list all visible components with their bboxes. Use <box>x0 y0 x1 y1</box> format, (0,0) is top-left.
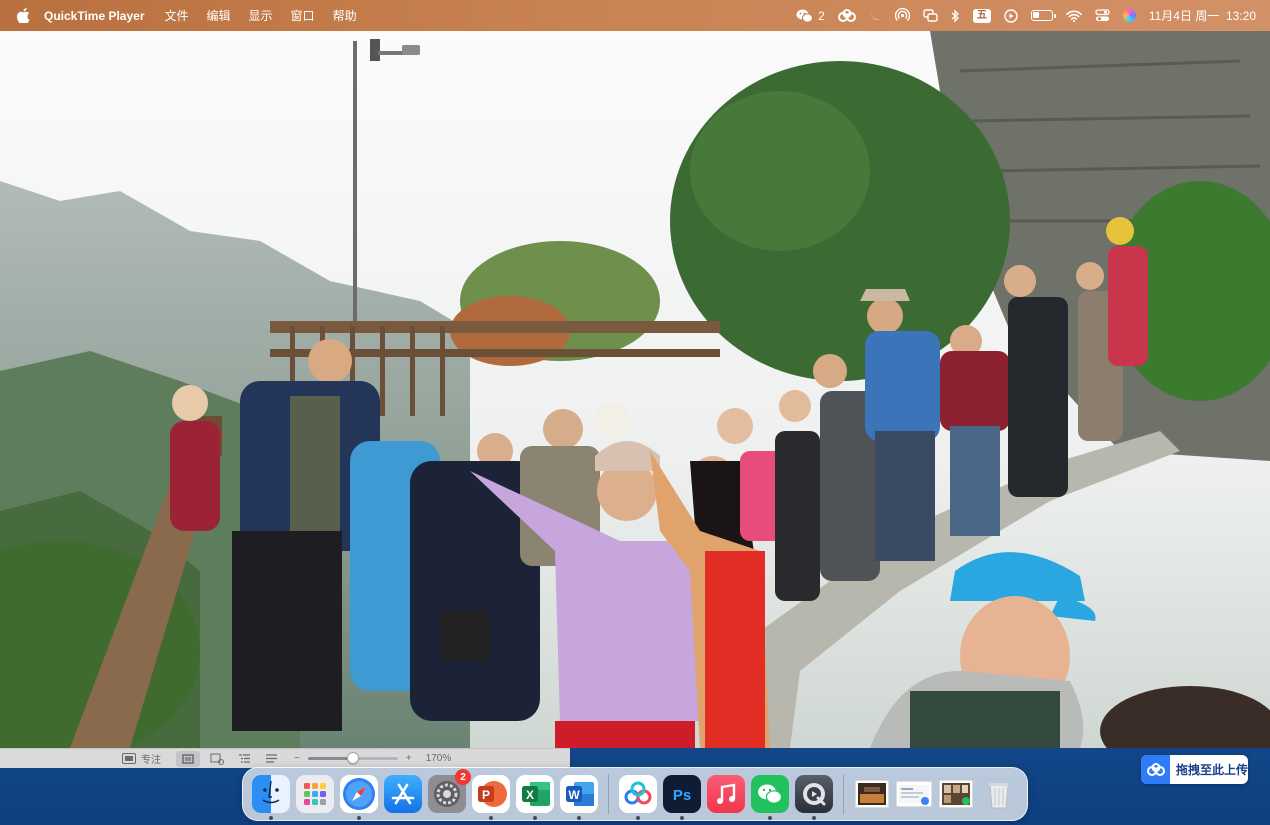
dock-powerpoint[interactable]: P <box>472 775 510 820</box>
wifi-icon[interactable] <box>1066 8 1082 24</box>
dock-separator <box>842 774 844 814</box>
dock-separator <box>608 774 609 814</box>
running-indicator <box>489 816 493 820</box>
dock-recent-photo-1[interactable] <box>854 775 890 813</box>
wechat-count: 2 <box>818 8 825 23</box>
dock-recent-photo-2[interactable] <box>938 775 974 813</box>
battery-level <box>1032 12 1039 18</box>
dock-quicktime[interactable] <box>794 775 833 820</box>
launchpad-icon <box>304 783 326 805</box>
dock-trash[interactable] <box>980 775 1018 813</box>
svg-text:W: W <box>568 788 580 802</box>
music-icon <box>716 783 736 804</box>
dock-baidu-netdisk[interactable] <box>618 775 657 820</box>
player-toolbar: 专注 − + 170% <box>0 748 570 768</box>
view-detail-button[interactable] <box>210 753 224 765</box>
list-view-icon <box>182 753 194 764</box>
focus-toggle[interactable]: 专注 <box>122 751 161 766</box>
menu-app-name[interactable]: QuickTime Player <box>44 9 145 23</box>
wechat-icon <box>796 9 814 23</box>
dock-recent-document[interactable] <box>895 775 932 813</box>
running-indicator <box>533 816 537 820</box>
menu-window[interactable]: 窗口 <box>291 7 315 24</box>
dock-photoshop[interactable]: Ps <box>662 775 701 820</box>
control-center-icon[interactable] <box>1095 8 1110 24</box>
bluetooth-icon[interactable] <box>951 8 960 24</box>
dock-wechat[interactable] <box>750 775 789 820</box>
menu-view[interactable]: 显示 <box>249 7 273 24</box>
recent-photo-1-icon <box>857 783 886 805</box>
app-store-icon <box>391 783 415 805</box>
siri-icon[interactable] <box>1122 8 1136 24</box>
recent-document-icon <box>898 785 929 805</box>
menu-file[interactable]: 文件 <box>165 7 189 24</box>
outline-view-button[interactable] <box>238 753 251 764</box>
running-indicator <box>679 816 684 820</box>
dock-app-store[interactable] <box>384 775 422 813</box>
baidu-netdisk-icon <box>1141 755 1170 784</box>
focus-frame-icon <box>122 753 136 764</box>
running-indicator <box>767 816 772 820</box>
running-indicator <box>577 816 581 820</box>
dock-word[interactable]: W <box>560 775 598 820</box>
svg-text:P: P <box>482 788 490 802</box>
wechat-status[interactable]: 2 <box>796 8 825 24</box>
mirroring-icon[interactable] <box>923 8 938 24</box>
notification-badge: 2 <box>455 769 471 785</box>
paragraph-icon <box>266 754 277 763</box>
dock-excel[interactable]: X <box>516 775 554 820</box>
trash-icon <box>989 783 1009 809</box>
running-indicator <box>635 816 640 820</box>
zoom-in-button[interactable]: + <box>406 753 412 764</box>
wechat-icon <box>757 784 783 804</box>
status-area: 2 五 11月4日 周一 13:20 <box>796 0 1256 31</box>
running-indicator <box>811 816 816 820</box>
video-frame <box>0 31 1270 748</box>
recent-photo-2-icon <box>941 783 970 805</box>
baidu-netdisk-icon <box>624 781 652 805</box>
menu-help[interactable]: 帮助 <box>333 7 357 24</box>
running-indicator <box>269 816 273 820</box>
svg-text:X: X <box>526 788 534 802</box>
upload-label: 拖拽至此上传 <box>1176 763 1249 777</box>
menu-bar: QuickTime Player 文件 编辑 显示 窗口 帮助 2 五 11月4… <box>0 0 1270 31</box>
menubar-clock[interactable]: 11月4日 周一 13:20 <box>1149 7 1256 24</box>
dock-launchpad[interactable] <box>296 775 334 813</box>
zoom-level: 170% <box>425 753 452 764</box>
dock-system-settings[interactable]: 2 <box>428 769 471 813</box>
baidu-netdisk-status-icon[interactable] <box>837 8 856 24</box>
menu-edit[interactable]: 编辑 <box>207 7 231 24</box>
view-single-button[interactable] <box>176 750 200 767</box>
running-indicator <box>357 816 361 820</box>
apple-menu-icon[interactable] <box>14 8 32 23</box>
quicktime-player-window[interactable] <box>0 31 1270 748</box>
zoom-slider[interactable] <box>307 752 398 764</box>
outline-icon <box>239 754 250 763</box>
dock-music[interactable] <box>706 775 745 813</box>
dock-safari[interactable] <box>340 775 378 820</box>
word-icon: W <box>566 782 594 806</box>
text-view-button[interactable] <box>265 753 278 764</box>
input-method-icon[interactable]: 五 <box>972 8 991 24</box>
excel-icon: X <box>522 782 550 806</box>
focus-moon-icon[interactable] <box>869 8 882 24</box>
media-play-icon[interactable] <box>1004 8 1018 24</box>
svg-text:Ps: Ps <box>673 787 691 804</box>
dock-finder[interactable] <box>252 775 290 820</box>
quicktime-icon <box>802 783 826 806</box>
photoshop-icon: Ps <box>673 787 691 804</box>
dock: 2 P X W Ps <box>242 767 1028 821</box>
zoom-slider-knob[interactable] <box>346 752 359 764</box>
battery-icon[interactable] <box>1030 8 1056 24</box>
powerpoint-icon: P <box>478 781 507 807</box>
airdrop-icon[interactable] <box>894 8 910 24</box>
finder-icon <box>262 780 280 804</box>
safari-icon <box>343 778 375 810</box>
focus-label: 专注 <box>141 755 161 766</box>
upload-drop-target[interactable]: 拖拽至此上传 <box>1141 755 1248 784</box>
detail-view-icon <box>210 753 224 765</box>
zoom-out-button[interactable]: − <box>294 753 300 764</box>
